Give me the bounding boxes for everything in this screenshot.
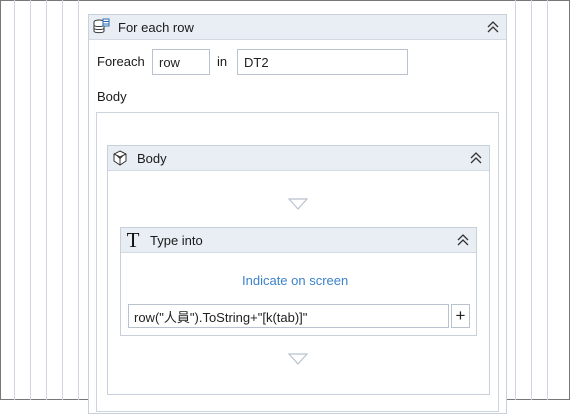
type-into-activity[interactable]: T Type into Indicate on screen row("人員")… bbox=[120, 227, 477, 336]
container-guide-line bbox=[30, 0, 31, 400]
body-sequence-title: Body bbox=[137, 150, 167, 166]
container-guide-line bbox=[531, 0, 532, 400]
container-guide-line bbox=[547, 0, 548, 400]
add-button[interactable]: + bbox=[451, 304, 470, 328]
body-section-label: Body bbox=[97, 89, 127, 104]
foreach-label: Foreach bbox=[97, 54, 145, 69]
collection-field[interactable]: DT2 bbox=[237, 49, 408, 75]
datatable-rows-icon bbox=[92, 18, 110, 36]
for-each-row-header[interactable]: For each row bbox=[89, 15, 506, 40]
container-guide-line bbox=[46, 0, 47, 400]
for-each-row-activity[interactable]: For each row Foreach row in DT2 Body Bod… bbox=[88, 14, 507, 414]
collapse-icon[interactable] bbox=[486, 20, 500, 34]
collapse-icon[interactable] bbox=[456, 233, 470, 247]
type-into-T-icon: T bbox=[126, 227, 140, 252]
body-drop-area: Body T Type into Indicate on screen row(… bbox=[96, 112, 499, 412]
drop-target-arrow-icon[interactable] bbox=[288, 353, 308, 365]
container-guide-line bbox=[78, 0, 79, 400]
container-guide-line bbox=[14, 0, 15, 400]
body-sequence-header[interactable]: Body bbox=[108, 146, 489, 171]
type-into-header[interactable]: T Type into bbox=[121, 228, 476, 253]
item-variable-field[interactable]: row bbox=[152, 49, 210, 75]
type-into-title: Type into bbox=[150, 232, 203, 248]
body-sequence-activity[interactable]: Body T Type into Indicate on screen row(… bbox=[107, 145, 490, 395]
in-label: in bbox=[217, 54, 228, 69]
drop-target-arrow-icon[interactable] bbox=[288, 198, 308, 210]
indicate-on-screen-link[interactable]: Indicate on screen bbox=[242, 273, 348, 288]
for-each-row-title: For each row bbox=[118, 19, 194, 35]
sequence-body-icon bbox=[111, 149, 129, 167]
collapse-icon[interactable] bbox=[469, 151, 483, 165]
container-guide-line bbox=[62, 0, 63, 400]
container-guide-line bbox=[515, 0, 516, 400]
text-input-field[interactable]: row("人員").ToString+"[k(tab)]" bbox=[128, 304, 449, 328]
